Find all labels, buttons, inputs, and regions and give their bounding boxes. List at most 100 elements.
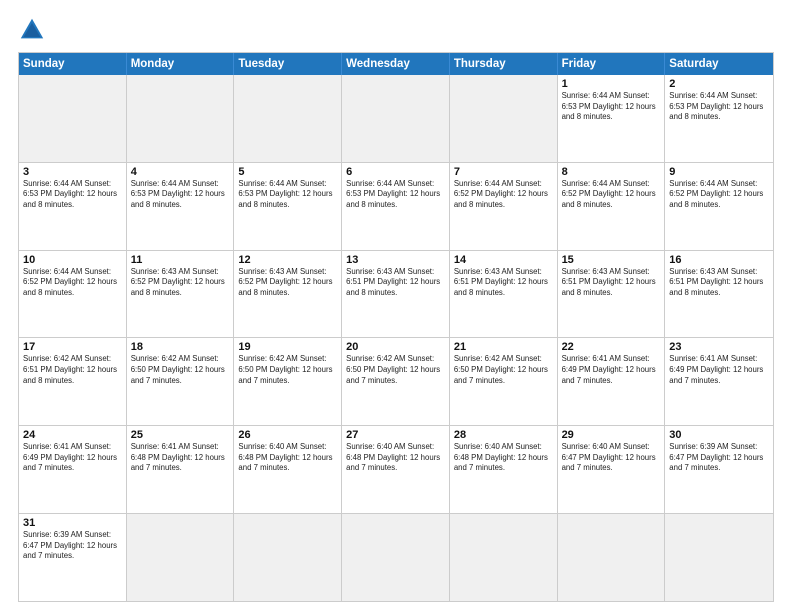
cal-cell xyxy=(450,75,558,162)
day-info: Sunrise: 6:44 AM Sunset: 6:52 PM Dayligh… xyxy=(669,179,769,211)
cal-cell: 18Sunrise: 6:42 AM Sunset: 6:50 PM Dayli… xyxy=(127,338,235,425)
day-number: 27 xyxy=(346,429,445,441)
logo-icon xyxy=(18,16,46,44)
cal-week-2: 10Sunrise: 6:44 AM Sunset: 6:52 PM Dayli… xyxy=(19,250,773,338)
day-info: Sunrise: 6:43 AM Sunset: 6:52 PM Dayligh… xyxy=(131,267,230,299)
day-number: 19 xyxy=(238,341,337,353)
cal-cell xyxy=(558,514,666,601)
day-number: 6 xyxy=(346,166,445,178)
day-info: Sunrise: 6:41 AM Sunset: 6:49 PM Dayligh… xyxy=(669,354,769,386)
day-info: Sunrise: 6:43 AM Sunset: 6:51 PM Dayligh… xyxy=(346,267,445,299)
cal-cell: 5Sunrise: 6:44 AM Sunset: 6:53 PM Daylig… xyxy=(234,163,342,250)
day-info: Sunrise: 6:44 AM Sunset: 6:53 PM Dayligh… xyxy=(346,179,445,211)
cal-cell xyxy=(19,75,127,162)
cal-cell: 30Sunrise: 6:39 AM Sunset: 6:47 PM Dayli… xyxy=(665,426,773,513)
cal-cell xyxy=(127,75,235,162)
day-info: Sunrise: 6:44 AM Sunset: 6:53 PM Dayligh… xyxy=(669,91,769,123)
cal-cell: 24Sunrise: 6:41 AM Sunset: 6:49 PM Dayli… xyxy=(19,426,127,513)
day-number: 22 xyxy=(562,341,661,353)
cal-cell: 26Sunrise: 6:40 AM Sunset: 6:48 PM Dayli… xyxy=(234,426,342,513)
day-info: Sunrise: 6:41 AM Sunset: 6:49 PM Dayligh… xyxy=(23,442,122,474)
day-number: 16 xyxy=(669,254,769,266)
day-number: 9 xyxy=(669,166,769,178)
day-info: Sunrise: 6:43 AM Sunset: 6:51 PM Dayligh… xyxy=(454,267,553,299)
cal-cell: 11Sunrise: 6:43 AM Sunset: 6:52 PM Dayli… xyxy=(127,251,235,338)
cal-cell: 2Sunrise: 6:44 AM Sunset: 6:53 PM Daylig… xyxy=(665,75,773,162)
day-number: 10 xyxy=(23,254,122,266)
cal-cell: 23Sunrise: 6:41 AM Sunset: 6:49 PM Dayli… xyxy=(665,338,773,425)
header xyxy=(18,16,774,44)
calendar-header: SundayMondayTuesdayWednesdayThursdayFrid… xyxy=(19,53,773,75)
cal-week-1: 3Sunrise: 6:44 AM Sunset: 6:53 PM Daylig… xyxy=(19,162,773,250)
day-info: Sunrise: 6:44 AM Sunset: 6:53 PM Dayligh… xyxy=(562,91,661,123)
cal-header-saturday: Saturday xyxy=(665,53,773,75)
cal-cell: 31Sunrise: 6:39 AM Sunset: 6:47 PM Dayli… xyxy=(19,514,127,601)
day-number: 30 xyxy=(669,429,769,441)
cal-cell xyxy=(665,514,773,601)
cal-cell: 13Sunrise: 6:43 AM Sunset: 6:51 PM Dayli… xyxy=(342,251,450,338)
day-info: Sunrise: 6:44 AM Sunset: 6:52 PM Dayligh… xyxy=(562,179,661,211)
cal-cell: 28Sunrise: 6:40 AM Sunset: 6:48 PM Dayli… xyxy=(450,426,558,513)
day-number: 29 xyxy=(562,429,661,441)
calendar-body: 1Sunrise: 6:44 AM Sunset: 6:53 PM Daylig… xyxy=(19,75,773,601)
cal-cell: 12Sunrise: 6:43 AM Sunset: 6:52 PM Dayli… xyxy=(234,251,342,338)
day-info: Sunrise: 6:43 AM Sunset: 6:51 PM Dayligh… xyxy=(562,267,661,299)
cal-cell: 14Sunrise: 6:43 AM Sunset: 6:51 PM Dayli… xyxy=(450,251,558,338)
day-number: 31 xyxy=(23,517,122,529)
day-number: 2 xyxy=(669,78,769,90)
cal-week-0: 1Sunrise: 6:44 AM Sunset: 6:53 PM Daylig… xyxy=(19,75,773,162)
day-number: 13 xyxy=(346,254,445,266)
cal-cell: 17Sunrise: 6:42 AM Sunset: 6:51 PM Dayli… xyxy=(19,338,127,425)
cal-cell xyxy=(342,75,450,162)
day-info: Sunrise: 6:42 AM Sunset: 6:50 PM Dayligh… xyxy=(454,354,553,386)
day-number: 12 xyxy=(238,254,337,266)
cal-cell: 27Sunrise: 6:40 AM Sunset: 6:48 PM Dayli… xyxy=(342,426,450,513)
day-number: 24 xyxy=(23,429,122,441)
day-number: 4 xyxy=(131,166,230,178)
cal-cell: 19Sunrise: 6:42 AM Sunset: 6:50 PM Dayli… xyxy=(234,338,342,425)
calendar: SundayMondayTuesdayWednesdayThursdayFrid… xyxy=(18,52,774,602)
day-number: 18 xyxy=(131,341,230,353)
day-info: Sunrise: 6:42 AM Sunset: 6:50 PM Dayligh… xyxy=(346,354,445,386)
day-number: 8 xyxy=(562,166,661,178)
day-number: 3 xyxy=(23,166,122,178)
cal-cell xyxy=(450,514,558,601)
cal-cell: 9Sunrise: 6:44 AM Sunset: 6:52 PM Daylig… xyxy=(665,163,773,250)
cal-cell: 21Sunrise: 6:42 AM Sunset: 6:50 PM Dayli… xyxy=(450,338,558,425)
day-info: Sunrise: 6:40 AM Sunset: 6:47 PM Dayligh… xyxy=(562,442,661,474)
cal-header-wednesday: Wednesday xyxy=(342,53,450,75)
cal-cell: 20Sunrise: 6:42 AM Sunset: 6:50 PM Dayli… xyxy=(342,338,450,425)
cal-cell: 7Sunrise: 6:44 AM Sunset: 6:52 PM Daylig… xyxy=(450,163,558,250)
day-number: 11 xyxy=(131,254,230,266)
day-info: Sunrise: 6:40 AM Sunset: 6:48 PM Dayligh… xyxy=(346,442,445,474)
day-info: Sunrise: 6:43 AM Sunset: 6:51 PM Dayligh… xyxy=(669,267,769,299)
cal-cell: 15Sunrise: 6:43 AM Sunset: 6:51 PM Dayli… xyxy=(558,251,666,338)
cal-header-friday: Friday xyxy=(558,53,666,75)
day-info: Sunrise: 6:42 AM Sunset: 6:50 PM Dayligh… xyxy=(238,354,337,386)
day-info: Sunrise: 6:44 AM Sunset: 6:52 PM Dayligh… xyxy=(454,179,553,211)
day-info: Sunrise: 6:39 AM Sunset: 6:47 PM Dayligh… xyxy=(669,442,769,474)
cal-week-4: 24Sunrise: 6:41 AM Sunset: 6:49 PM Dayli… xyxy=(19,425,773,513)
cal-cell: 3Sunrise: 6:44 AM Sunset: 6:53 PM Daylig… xyxy=(19,163,127,250)
cal-cell: 22Sunrise: 6:41 AM Sunset: 6:49 PM Dayli… xyxy=(558,338,666,425)
day-number: 1 xyxy=(562,78,661,90)
cal-cell xyxy=(234,75,342,162)
day-number: 15 xyxy=(562,254,661,266)
day-number: 20 xyxy=(346,341,445,353)
cal-header-sunday: Sunday xyxy=(19,53,127,75)
cal-header-thursday: Thursday xyxy=(450,53,558,75)
day-number: 14 xyxy=(454,254,553,266)
cal-week-3: 17Sunrise: 6:42 AM Sunset: 6:51 PM Dayli… xyxy=(19,337,773,425)
day-info: Sunrise: 6:40 AM Sunset: 6:48 PM Dayligh… xyxy=(238,442,337,474)
day-info: Sunrise: 6:40 AM Sunset: 6:48 PM Dayligh… xyxy=(454,442,553,474)
day-number: 7 xyxy=(454,166,553,178)
day-number: 21 xyxy=(454,341,553,353)
cal-cell: 10Sunrise: 6:44 AM Sunset: 6:52 PM Dayli… xyxy=(19,251,127,338)
day-number: 17 xyxy=(23,341,122,353)
day-info: Sunrise: 6:44 AM Sunset: 6:52 PM Dayligh… xyxy=(23,267,122,299)
cal-cell: 8Sunrise: 6:44 AM Sunset: 6:52 PM Daylig… xyxy=(558,163,666,250)
day-info: Sunrise: 6:42 AM Sunset: 6:50 PM Dayligh… xyxy=(131,354,230,386)
day-info: Sunrise: 6:44 AM Sunset: 6:53 PM Dayligh… xyxy=(23,179,122,211)
cal-cell xyxy=(127,514,235,601)
day-info: Sunrise: 6:41 AM Sunset: 6:48 PM Dayligh… xyxy=(131,442,230,474)
